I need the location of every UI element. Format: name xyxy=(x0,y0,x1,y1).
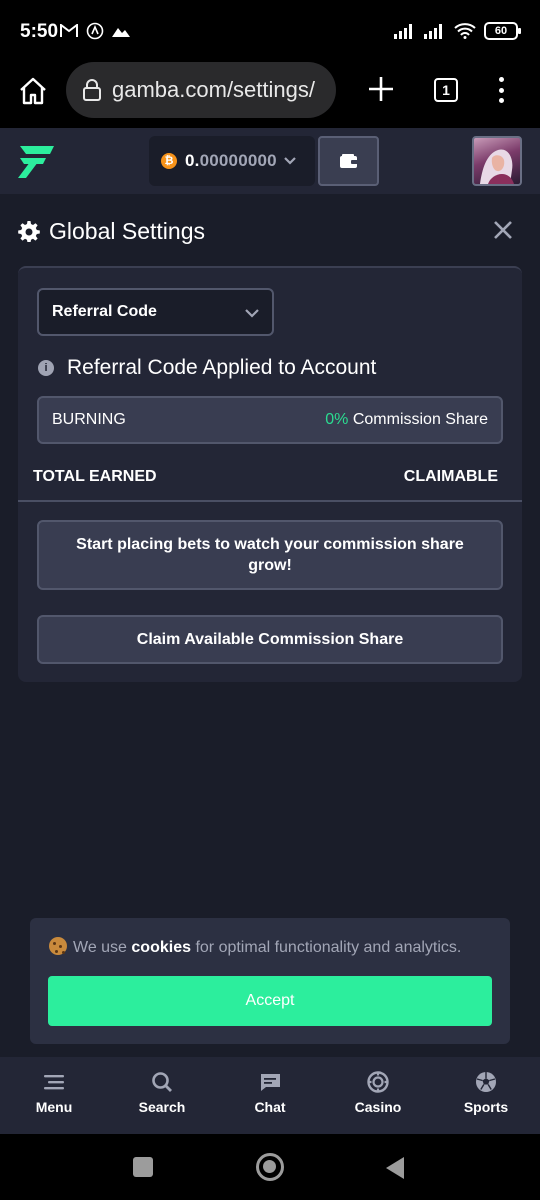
status-bar: 5:50 60 xyxy=(0,0,540,62)
lock-icon[interactable] xyxy=(82,78,102,102)
gear-icon xyxy=(18,221,40,242)
info-icon: i xyxy=(38,360,54,376)
recents-button[interactable] xyxy=(133,1157,153,1177)
mountain-icon xyxy=(112,28,130,37)
android-nav-bar xyxy=(0,1134,540,1200)
nav-label: Menu xyxy=(35,1099,73,1115)
back-button[interactable] xyxy=(386,1157,404,1179)
new-tab-icon[interactable] xyxy=(366,74,396,104)
cookies-link[interactable]: cookies xyxy=(131,939,191,956)
dropdown-selected-value: Referral Code xyxy=(52,303,157,320)
chevron-down-icon xyxy=(245,309,259,318)
app-page: ₿ 0.00000000 Global Settings Referral Co… xyxy=(0,128,540,1134)
commission-share: 0% Commission Share xyxy=(325,411,488,429)
wifi-icon xyxy=(454,23,476,39)
system-icons: 60 xyxy=(394,22,521,40)
settings-header: Global Settings xyxy=(18,216,522,246)
page-title: Global Settings xyxy=(49,217,205,244)
chat-icon xyxy=(260,1074,280,1091)
url-text[interactable]: gamba.com/settings/ xyxy=(112,77,315,103)
referral-code-name: BURNING xyxy=(52,411,126,428)
nav-item-casino[interactable]: Casino xyxy=(324,1057,432,1134)
wallet-button[interactable] xyxy=(318,136,379,186)
search-icon xyxy=(152,1072,172,1092)
commission-share-percent: 0% xyxy=(325,411,349,428)
nav-item-sports[interactable]: Sports xyxy=(432,1057,540,1134)
cookie-icon xyxy=(49,937,67,955)
casino-chip-icon xyxy=(367,1071,389,1093)
balance-selector[interactable]: ₿ 0.00000000 xyxy=(149,136,315,186)
status-time: 5:50 xyxy=(20,21,59,42)
referral-panel: Referral Code i Referral Code Applied to… xyxy=(18,266,522,682)
menu-icon xyxy=(44,1075,64,1090)
nav-label: Chat xyxy=(254,1099,286,1115)
cookie-banner: We use cookies for optimal functionality… xyxy=(30,918,510,1044)
signal-icon xyxy=(394,24,412,39)
commission-share-label: Commission Share xyxy=(348,411,488,428)
bottom-nav: Menu Search Chat Casino Sports xyxy=(0,1057,540,1134)
signal-icon-2 xyxy=(424,24,442,39)
referral-code-row: BURNING 0% Commission Share xyxy=(37,396,503,444)
avatar[interactable] xyxy=(472,136,522,186)
nav-label: Casino xyxy=(354,1099,402,1115)
nav-item-chat[interactable]: Chat xyxy=(216,1057,324,1134)
wallet-icon xyxy=(339,154,358,168)
gmail-icon xyxy=(60,24,78,37)
notification-icons xyxy=(60,22,130,40)
nav-label: Search xyxy=(138,1099,186,1115)
referral-applied-text: Referral Code Applied to Account xyxy=(67,356,377,379)
balance-amount: 0.00000000 xyxy=(185,151,277,170)
home-button[interactable] xyxy=(256,1153,284,1181)
accept-cookies-button[interactable]: Accept xyxy=(48,976,492,1026)
totals-row: TOTAL EARNED CLAIMABLE xyxy=(18,468,522,502)
site-header: ₿ 0.00000000 xyxy=(0,128,540,194)
browser-menu-icon[interactable] xyxy=(488,74,514,106)
settings-section-select[interactable]: Referral Code xyxy=(37,288,274,336)
nav-item-search[interactable]: Search xyxy=(108,1057,216,1134)
tab-switcher-button[interactable]: 1 xyxy=(434,78,458,102)
avatar-image xyxy=(480,149,514,184)
chevron-down-icon xyxy=(284,157,296,165)
referral-applied-notice: i Referral Code Applied to Account xyxy=(38,356,376,380)
total-earned-label: TOTAL EARNED xyxy=(33,468,157,485)
home-icon[interactable] xyxy=(18,76,48,106)
claim-commission-button[interactable]: Claim Available Commission Share xyxy=(37,615,503,664)
nav-item-menu[interactable]: Menu xyxy=(0,1057,108,1134)
gamba-logo[interactable] xyxy=(16,142,56,180)
empty-state-message: Start placing bets to watch your commiss… xyxy=(37,520,503,590)
bitcoin-icon: ₿ xyxy=(161,153,177,169)
soccer-ball-icon xyxy=(476,1072,496,1092)
assistant-icon xyxy=(86,22,104,40)
nav-label: Sports xyxy=(463,1099,509,1115)
address-bar[interactable]: gamba.com/settings/ xyxy=(66,62,336,118)
claimable-label: CLAIMABLE xyxy=(403,468,498,485)
cookie-message: We use cookies for optimal functionality… xyxy=(49,937,461,957)
battery-icon: 60 xyxy=(484,22,521,40)
browser-toolbar: gamba.com/settings/ 1 xyxy=(0,62,540,128)
close-icon[interactable] xyxy=(492,219,514,241)
